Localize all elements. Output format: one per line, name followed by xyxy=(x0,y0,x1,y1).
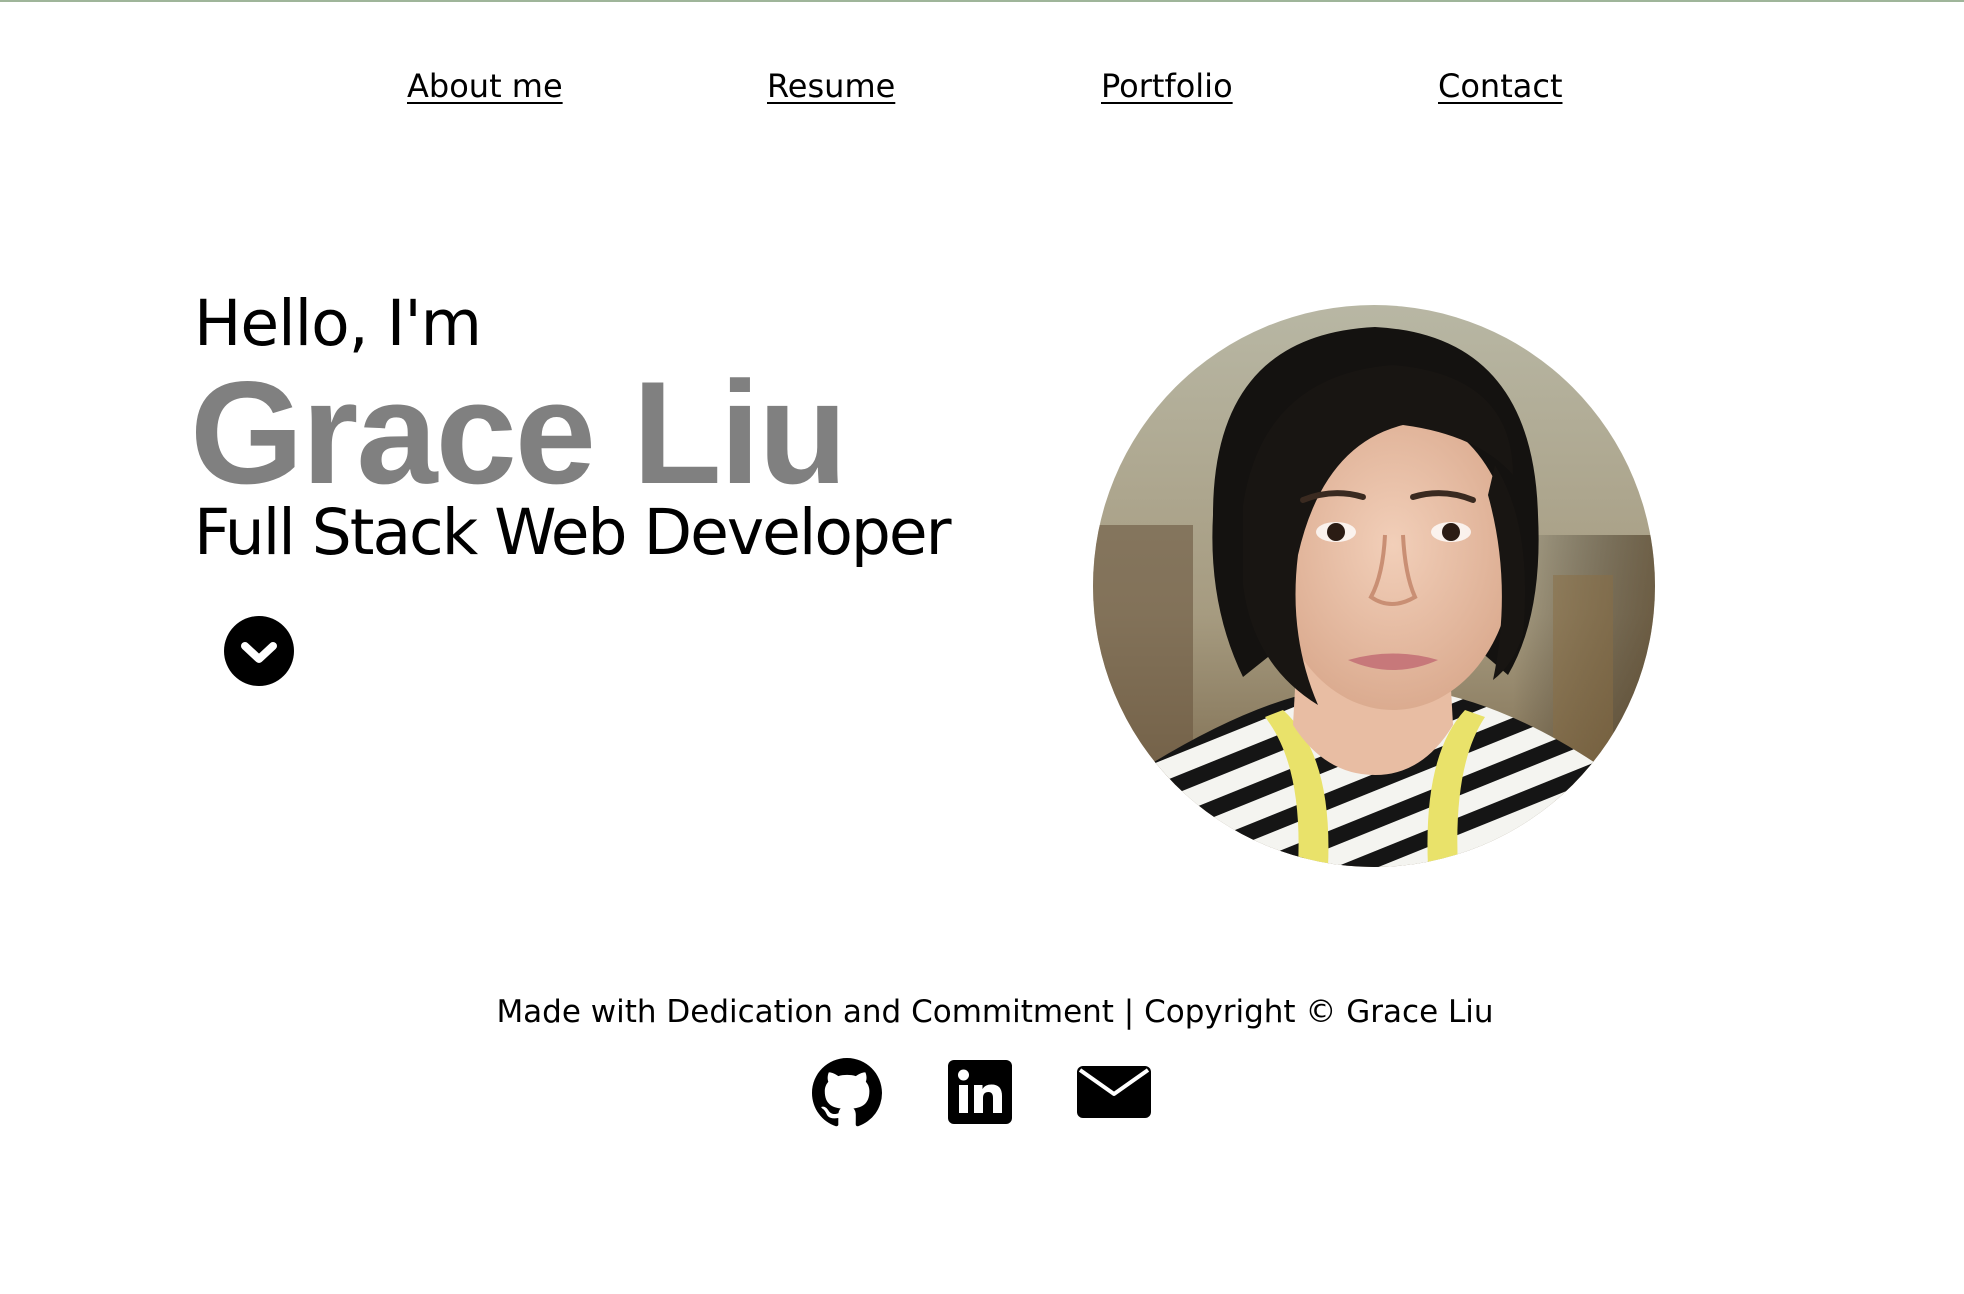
github-link[interactable] xyxy=(812,1058,882,1130)
github-icon xyxy=(812,1058,882,1127)
chevron-down-circle-icon xyxy=(241,642,277,663)
hero-role: Full Stack Web Developer xyxy=(194,496,952,569)
footer-copyright: Made with Dedication and Commitment | Co… xyxy=(496,994,1494,1030)
top-navigation: About me Resume Portfolio Contact xyxy=(0,64,1964,114)
nav-link-contact[interactable]: Contact xyxy=(1438,64,1563,108)
nav-link-portfolio[interactable]: Portfolio xyxy=(1101,64,1233,108)
profile-photo-image xyxy=(1093,305,1655,867)
scroll-down-button[interactable] xyxy=(224,616,294,686)
email-link[interactable] xyxy=(1077,1058,1151,1130)
nav-link-resume[interactable]: Resume xyxy=(767,64,895,108)
hero-name: Grace Liu xyxy=(190,351,847,514)
top-rule xyxy=(0,0,1964,2)
email-icon xyxy=(1077,1066,1151,1118)
profile-photo xyxy=(1093,305,1655,867)
page: About me Resume Portfolio Contact Hello,… xyxy=(0,0,1964,1294)
linkedin-icon xyxy=(948,1060,1012,1124)
nav-link-about-me[interactable]: About me xyxy=(407,64,563,108)
linkedin-link[interactable] xyxy=(948,1058,1012,1130)
